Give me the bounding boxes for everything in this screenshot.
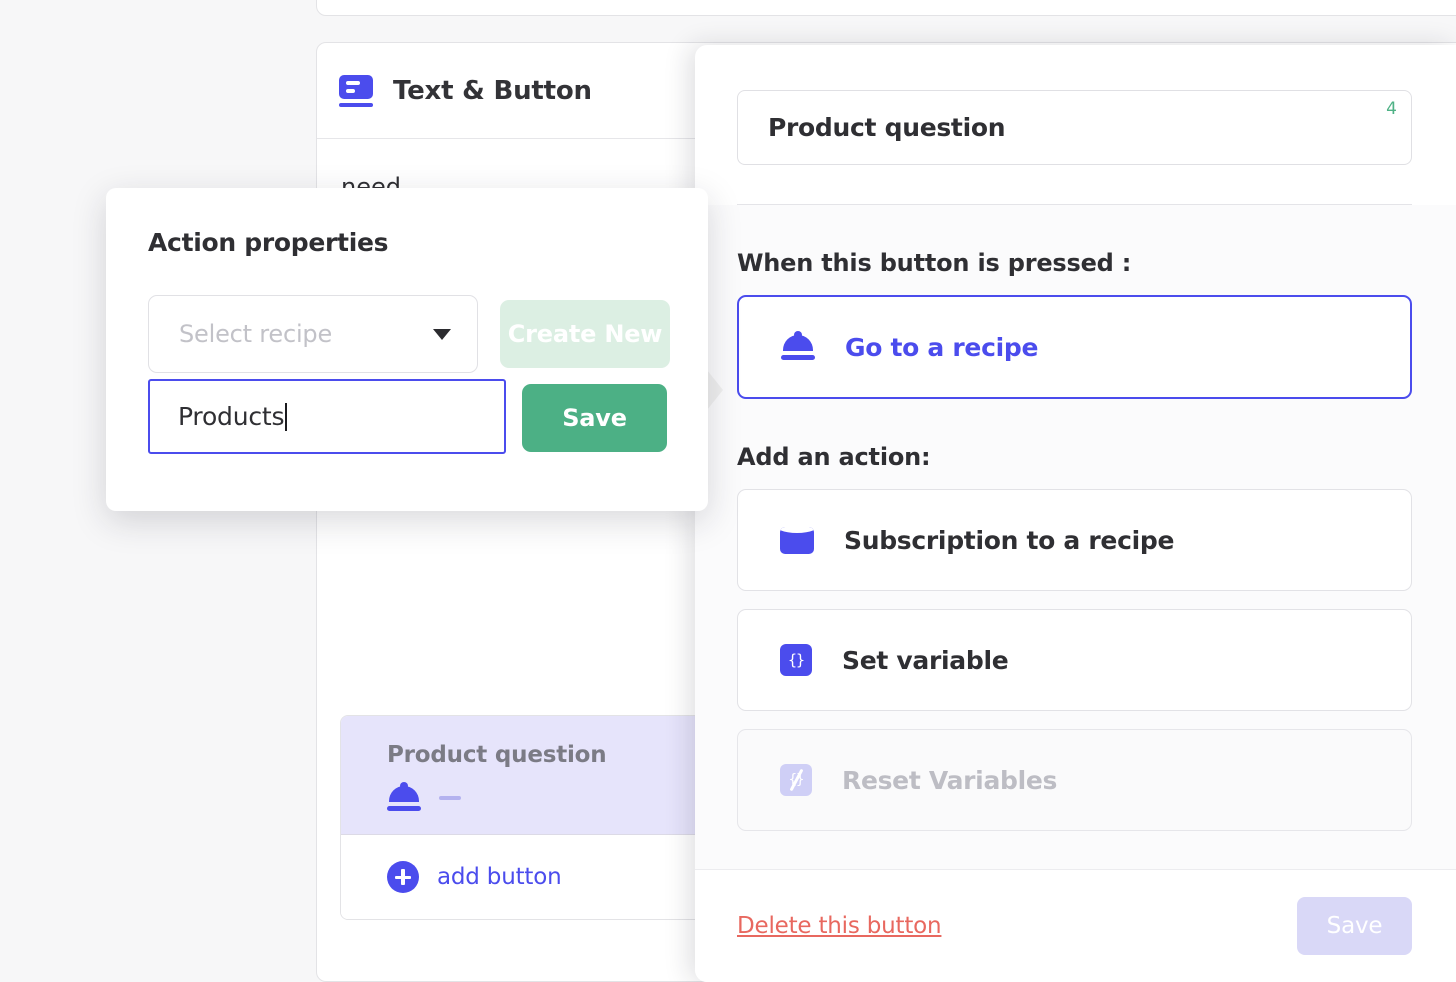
panel-save-button[interactable]: Save xyxy=(1297,897,1412,955)
cloche-icon xyxy=(781,333,815,361)
action-card-subscription[interactable]: Subscription to a recipe xyxy=(737,489,1412,591)
recipe-name-input[interactable]: Products xyxy=(148,379,506,454)
button-title-value: Product question xyxy=(768,113,1005,142)
action-properties-dialog: Action properties Select recipe Create N… xyxy=(106,188,708,511)
button-title-input[interactable]: Product question 4 xyxy=(737,90,1412,165)
recipe-name-value: Products xyxy=(178,402,284,431)
action-card-label: Set variable xyxy=(842,646,1008,675)
current-action-label: Go to a recipe xyxy=(845,333,1038,362)
dialog-row-name: Products Save xyxy=(106,379,708,454)
block-title: Text & Button xyxy=(393,76,592,106)
select-recipe-placeholder: Select recipe xyxy=(179,320,332,348)
chevron-down-icon xyxy=(433,329,451,340)
background-card-above xyxy=(316,0,1456,16)
panel-title-section: Product question 4 xyxy=(695,45,1456,205)
braces-icon: {} xyxy=(780,644,812,676)
action-card-label: Subscription to a recipe xyxy=(844,526,1174,555)
panel-scroll-area: When this button is pressed : Go to a re… xyxy=(695,205,1456,884)
plus-circle-icon xyxy=(387,861,419,893)
dash-icon xyxy=(439,796,461,800)
dialog-row-select: Select recipe Create New xyxy=(106,295,708,373)
when-pressed-label: When this button is pressed : xyxy=(737,205,1412,277)
reset-variables-icon xyxy=(780,764,812,796)
select-recipe-dropdown[interactable]: Select recipe xyxy=(148,295,478,373)
action-card-reset-variables: Reset Variables xyxy=(737,729,1412,831)
char-counter: 4 xyxy=(1386,99,1397,119)
text-cursor xyxy=(285,403,287,431)
text-button-icon xyxy=(339,75,373,107)
current-action-card[interactable]: Go to a recipe xyxy=(737,295,1412,399)
button-settings-panel: Product question 4 When this button is p… xyxy=(695,45,1456,982)
add-action-label: Add an action: xyxy=(737,399,1412,471)
panel-footer: Delete this button Save xyxy=(695,869,1456,982)
cloche-icon xyxy=(387,784,421,812)
action-card-label: Reset Variables xyxy=(842,766,1057,795)
envelope-icon xyxy=(780,527,814,554)
add-button-label: add button xyxy=(437,864,561,890)
delete-button-link[interactable]: Delete this button xyxy=(737,913,941,939)
dialog-save-button[interactable]: Save xyxy=(522,384,667,452)
action-card-set-variable[interactable]: {} Set variable xyxy=(737,609,1412,711)
create-new-button[interactable]: Create New xyxy=(500,300,670,368)
dialog-title: Action properties xyxy=(106,188,708,257)
